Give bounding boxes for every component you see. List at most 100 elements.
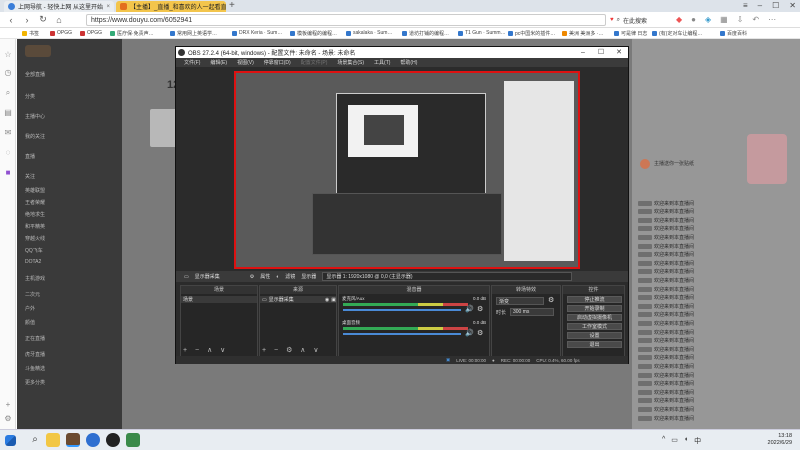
filters-button[interactable]: 滤镜 xyxy=(285,273,295,280)
bookmark[interactable]: T1 Gun · Summ… xyxy=(458,30,506,36)
menu-item[interactable]: 帮助(H) xyxy=(400,59,417,66)
menu-item[interactable]: 视图(V) xyxy=(237,59,254,66)
exit-button[interactable]: 退出 xyxy=(567,341,622,348)
lock-icon[interactable]: ▣ xyxy=(331,297,336,303)
bookmark[interactable]: 可是律 日志 xyxy=(614,30,647,37)
minimize-icon[interactable]: – xyxy=(574,47,592,58)
scene-item[interactable]: 场景 xyxy=(181,296,257,303)
maximize-icon[interactable]: ☐ xyxy=(772,0,779,12)
sidebar-item[interactable]: 关注 xyxy=(25,173,35,180)
sidebar-item[interactable]: 绝地求生 xyxy=(25,211,45,218)
more-icon[interactable]: ⋯ xyxy=(768,15,776,24)
sidebar-item[interactable]: 分类 xyxy=(25,93,35,100)
bookmark[interactable]: pc中国米的插件… xyxy=(508,30,555,37)
sidebar-item[interactable]: 直播 xyxy=(25,153,35,160)
obs-preview[interactable] xyxy=(234,71,580,269)
ime-icon[interactable]: 中 xyxy=(694,436,701,446)
mail-icon[interactable]: ✉ xyxy=(4,129,12,137)
clock[interactable]: 13:18 2022/6/29 xyxy=(768,433,792,447)
star-icon[interactable]: ☆ xyxy=(4,51,12,59)
sidebar-item[interactable]: 正在直播 xyxy=(25,335,45,342)
menu-item[interactable]: 工具(T) xyxy=(374,59,390,66)
download-icon[interactable]: ⇩ xyxy=(737,15,744,24)
volume-slider[interactable] xyxy=(343,309,461,311)
virtual-camera-button[interactable]: 启动虚拟摄像机 xyxy=(567,314,622,321)
sidebar-item[interactable]: 英雄联盟 xyxy=(25,187,45,194)
network-icon[interactable]: ▭ xyxy=(671,436,678,446)
volume-slider[interactable] xyxy=(343,333,461,335)
app-icon[interactable] xyxy=(66,433,80,447)
gear-icon[interactable]: ⚙ xyxy=(250,274,254,280)
menu-item[interactable]: 场景集合(S) xyxy=(337,59,364,66)
menu-item[interactable]: 文件(F) xyxy=(184,59,200,66)
scene-toolbar[interactable]: + − ∧ ∨ xyxy=(183,346,228,354)
properties-button[interactable]: 属性 xyxy=(260,273,270,280)
bookmark[interactable]: OPGG xyxy=(50,30,72,36)
search-icon[interactable]: ⌕ xyxy=(4,89,12,97)
gear-icon[interactable]: ⚙ xyxy=(548,296,554,304)
clock-icon[interactable]: ◷ xyxy=(4,69,12,77)
gear-icon[interactable]: ⚙ xyxy=(477,305,483,313)
new-tab-button[interactable]: + xyxy=(229,0,235,12)
sidebar-item[interactable]: 主播中心 xyxy=(25,113,45,120)
sidebar-item[interactable]: 主机游戏 xyxy=(25,275,45,282)
bookmark[interactable]: 常用网上英语学… xyxy=(170,30,217,37)
home-icon[interactable]: ⌂ xyxy=(54,15,64,25)
bookmark[interactable]: 百度百科 xyxy=(720,30,747,37)
game-icon[interactable]: ◆ xyxy=(676,15,682,24)
maximize-icon[interactable]: ☐ xyxy=(592,47,610,58)
settings-button[interactable]: 设置 xyxy=(567,332,622,339)
settings-icon[interactable]: ⚙ xyxy=(4,415,12,423)
bookmark[interactable]: 美洲 美洲多 ·… xyxy=(562,30,603,37)
transition-select[interactable]: 渐变 xyxy=(496,297,544,305)
bookmark[interactable]: sakalaka · Sum… xyxy=(346,30,392,36)
obs-icon[interactable] xyxy=(106,433,120,447)
sidebar-item[interactable]: 和平精英 xyxy=(25,223,45,230)
menu-icon[interactable]: ≡ xyxy=(743,0,748,12)
extension-icon[interactable]: ▦ xyxy=(720,15,728,24)
sidebar-item[interactable]: 二次元 xyxy=(25,291,40,298)
document-icon[interactable]: ▤ xyxy=(4,109,12,117)
browser-icon[interactable] xyxy=(86,433,100,447)
start-recording-button[interactable]: 开始录制 xyxy=(567,305,622,312)
app-icon[interactable] xyxy=(126,433,140,447)
bookmark[interactable]: 医疗保·免责声… xyxy=(110,30,154,37)
shield-icon[interactable]: ◈ xyxy=(705,15,711,24)
close-icon[interactable]: ✕ xyxy=(610,47,628,58)
search-box[interactable]: ♥ ⌕ 在此搜索 xyxy=(610,14,670,26)
chevron-up-icon[interactable]: ^ xyxy=(662,436,665,446)
bookmark[interactable]: 模板编程的编程… xyxy=(290,30,337,37)
sidebar-item[interactable]: 王者荣耀 xyxy=(25,199,45,206)
minimize-icon[interactable]: – xyxy=(758,0,762,12)
speaker-icon[interactable]: 🔊 xyxy=(465,329,474,337)
sidebar-item[interactable]: 我的关注 xyxy=(25,133,45,140)
stop-streaming-button[interactable]: 停止推流 xyxy=(567,296,622,303)
display-select[interactable]: 显示器 1: 1920x1080 @ 0,0 (主显示器) xyxy=(322,272,573,281)
bookmark[interactable]: 书签 xyxy=(22,30,39,37)
duration-field[interactable]: 300 ms xyxy=(510,308,554,316)
source-item[interactable]: ▭ 显示器采集 ◉ ▣ xyxy=(260,296,336,303)
sidebar-item[interactable]: 更多分类 xyxy=(25,379,45,386)
refresh-icon[interactable]: ↻ xyxy=(38,14,48,25)
sidebar-item[interactable]: 户外 xyxy=(25,305,35,312)
filter-icon[interactable]: ◐ xyxy=(276,274,279,280)
tab-navigation[interactable]: 上网导航 - 轻快上网 从这里开始 × xyxy=(4,1,114,12)
start-icon[interactable] xyxy=(5,435,16,446)
bookmark[interactable]: 道坊打铺的编程… xyxy=(402,30,449,37)
sidebar-item[interactable]: DOTA2 xyxy=(25,259,41,265)
sidebar-item[interactable]: 穿越火线 xyxy=(25,235,45,242)
menu-item[interactable]: 停靠窗口(D) xyxy=(264,59,291,66)
search-icon[interactable]: ⌕ xyxy=(28,433,42,447)
gear-icon[interactable]: ⚙ xyxy=(477,329,483,337)
studio-mode-button[interactable]: 工作室模式 xyxy=(567,323,622,330)
source-toolbar-bottom[interactable]: + − ⚙ ∧ ∨ xyxy=(262,346,321,354)
eye-icon[interactable]: ◉ xyxy=(325,297,329,303)
file-explorer-icon[interactable] xyxy=(46,433,60,447)
close-icon[interactable]: × xyxy=(106,4,110,10)
app-icon[interactable]: ■ xyxy=(4,169,12,177)
speaker-icon[interactable]: 🔊 xyxy=(465,305,474,313)
bookmark[interactable]: OPGG xyxy=(80,30,102,36)
undo-icon[interactable]: ↶ xyxy=(752,15,759,24)
add-icon[interactable]: + xyxy=(4,401,12,409)
menu-item[interactable]: 配置文件(P) xyxy=(301,59,328,66)
